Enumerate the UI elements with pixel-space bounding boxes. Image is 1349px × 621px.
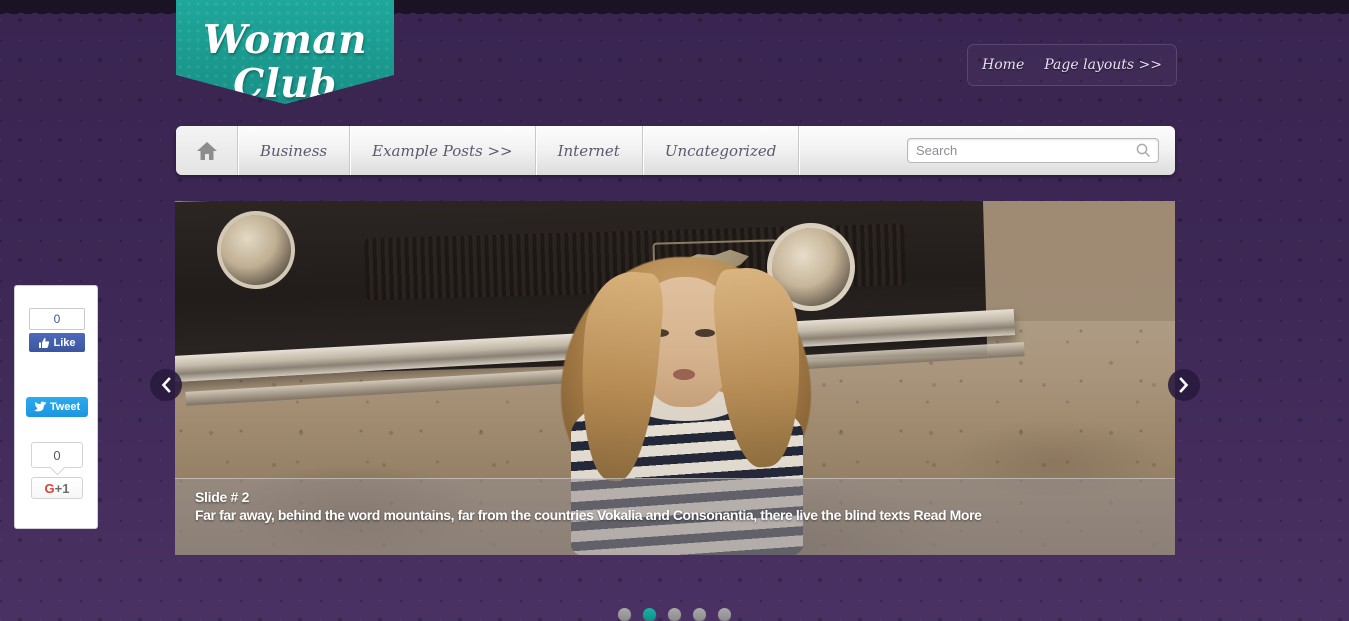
site-logo[interactable]: Woman Club — [176, 0, 394, 104]
chevron-left-icon — [161, 377, 171, 393]
slide-caption: Slide # 2 Far far away, behind the word … — [175, 478, 1175, 555]
search-icon[interactable] — [1136, 143, 1151, 158]
menu-item-business[interactable]: Business — [238, 126, 351, 175]
facebook-like-widget: 0 Like — [29, 308, 85, 352]
googleplus-button[interactable]: G +1 — [31, 477, 83, 499]
search-area — [907, 126, 1175, 175]
menu-item-example-posts[interactable]: Example Posts >> — [350, 126, 536, 175]
twitter-tweet-button[interactable]: Tweet — [26, 397, 88, 417]
home-icon — [196, 141, 217, 160]
googleplus-plus-label: +1 — [54, 480, 70, 496]
thumbs-up-icon — [39, 337, 50, 348]
twitter-bird-icon — [33, 401, 47, 412]
search-box — [907, 138, 1159, 163]
hero-slider[interactable]: Slide # 2 Far far away, behind the word … — [175, 201, 1175, 555]
slider-dot-1[interactable] — [618, 608, 631, 621]
slider-dot-4[interactable] — [693, 608, 706, 621]
slider-dot-3[interactable] — [668, 608, 681, 621]
topnav-item-page-layouts[interactable]: Page layouts >> — [1044, 57, 1162, 73]
main-menu-bar: Business Example Posts >> Internet Uncat… — [176, 126, 1175, 175]
search-input[interactable] — [908, 139, 1158, 162]
facebook-like-label: Like — [53, 336, 76, 349]
slide-caption-text[interactable]: Far far away, behind the word mountains,… — [195, 507, 1155, 523]
slider-next-button[interactable] — [1168, 369, 1200, 401]
topnav-item-home[interactable]: Home — [982, 57, 1024, 73]
slide-caption-title: Slide # 2 — [195, 489, 250, 505]
twitter-tweet-label: Tweet — [49, 401, 81, 413]
social-share-widget: 0 Like Tweet 0 G +1 — [14, 285, 98, 529]
slider-pagination — [0, 608, 1349, 621]
googleplus-count: 0 — [31, 442, 83, 468]
chevron-right-icon — [1179, 377, 1189, 393]
menu-item-home[interactable] — [176, 126, 238, 175]
menu-item-internet[interactable]: Internet — [536, 126, 643, 175]
menu-spacer — [799, 126, 907, 175]
menu-item-uncategorized[interactable]: Uncategorized — [643, 126, 800, 175]
googleplus-g-label: G — [44, 480, 55, 496]
slider-dot-2[interactable] — [643, 608, 656, 621]
slider-prev-button[interactable] — [150, 369, 182, 401]
slider-dot-5[interactable] — [718, 608, 731, 621]
top-navigation: Home Page layouts >> — [967, 44, 1177, 86]
facebook-like-count: 0 — [29, 308, 85, 330]
facebook-like-button[interactable]: Like — [29, 333, 85, 352]
site-logo-text: Woman Club — [202, 17, 368, 107]
